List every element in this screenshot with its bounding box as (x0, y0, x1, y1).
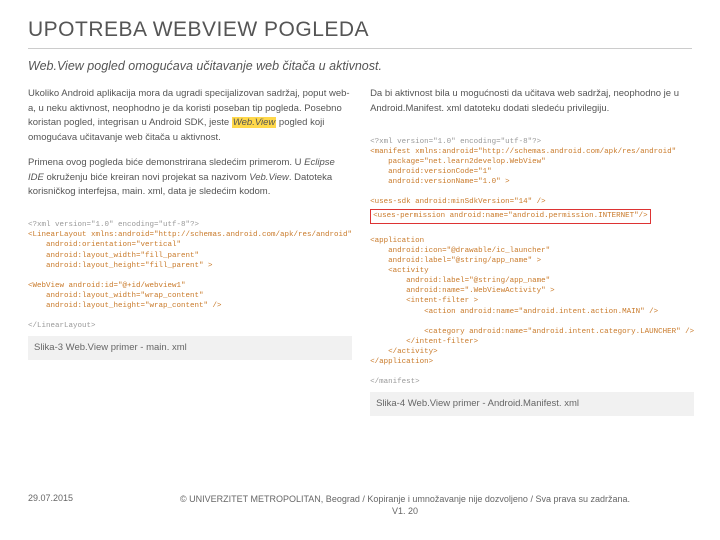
left-para-2: Primena ovog pogleda biće demonstrirana … (28, 156, 352, 200)
code-line: android:orientation="vertical" (28, 241, 181, 249)
left-column: Ukoliko Android aplikacija mora da ugrad… (28, 87, 352, 416)
code-line: android:icon="@drawable/ic_launcher" (370, 247, 550, 255)
code-line: <LinearLayout xmlns:android="http://sche… (28, 231, 352, 239)
right-column: Da bi aktivnost bila u mogućnosti da uči… (370, 87, 694, 416)
footer-version: V1. 20 (392, 506, 418, 516)
code-line: </intent-filter> (370, 338, 478, 346)
code-line-highlighted: <uses-permission android:name="android.p… (370, 209, 651, 223)
code-line: <WebView android:id="@+id/webview1" (28, 282, 186, 290)
code-line: <uses-sdk android:minSdkVersion="14" /> (370, 198, 546, 206)
code-line: </activity> (370, 348, 438, 356)
code-line: <intent-filter > (370, 297, 478, 305)
code-line: android:name=".WebViewActivity" > (370, 287, 555, 295)
code-line: <action android:name="android.intent.act… (370, 308, 658, 316)
code-line: package="net.learn2develop.WebView" (370, 158, 546, 166)
code-line: <application (370, 237, 424, 245)
footer-copyright: © UNIVERZITET METROPOLITAN, Beograd / Ko… (118, 493, 692, 518)
code-line: android:layout_width="wrap_content" (28, 292, 204, 300)
text-italic: Veb.View (249, 172, 289, 183)
code-line: <?xml version="1.0" encoding="utf-8"?> (28, 221, 199, 229)
footer-date: 29.07.2015 (28, 493, 118, 518)
page-title: UPOTREBA WEBVIEW POGLEDA (28, 18, 692, 42)
code-line: android:label="@string/app_name" (370, 277, 550, 285)
footer: 29.07.2015 © UNIVERZITET METROPOLITAN, B… (28, 493, 692, 518)
code-line: <manifest xmlns:android="http://schemas.… (370, 148, 676, 156)
code-line: android:layout_height="wrap_content" /> (28, 302, 222, 310)
code-line: </LinearLayout> (28, 322, 96, 330)
text: okruženju biće kreiran novi projekat sa … (44, 172, 249, 183)
code-line: android:layout_width="fill_parent" (28, 252, 199, 260)
code-line: android:versionName="1.0" > (370, 178, 510, 186)
left-para-1: Ukoliko Android aplikacija mora da ugrad… (28, 87, 352, 146)
code-line: </manifest> (370, 378, 420, 386)
code-line: <?xml version="1.0" encoding="utf-8"?> (370, 138, 541, 146)
code-line: android:layout_height="fill_parent" > (28, 262, 213, 270)
code-line: android:label="@string/app_name" > (370, 257, 541, 265)
highlight-webview: Web.View (232, 117, 276, 128)
code-line: <activity (370, 267, 429, 275)
code-block-left: <?xml version="1.0" encoding="utf-8"?> <… (28, 210, 352, 332)
caption-left: Slika-3 Web.View primer - main. xml (28, 336, 352, 361)
text: Primena ovog pogleda biće demonstrirana … (28, 157, 304, 168)
right-para-1: Da bi aktivnost bila u mogućnosti da uči… (370, 87, 694, 116)
code-line: android:versionCode="1" (370, 168, 492, 176)
columns: Ukoliko Android aplikacija mora da ugrad… (28, 87, 692, 416)
caption-right: Slika-4 Web.View primer - Android.Manife… (370, 392, 694, 417)
divider (28, 48, 692, 49)
text: © UNIVERZITET METROPOLITAN, Beograd / Ko… (180, 494, 630, 504)
code-block-right: <?xml version="1.0" encoding="utf-8"?> <… (370, 126, 694, 387)
code-line: <category android:name="android.intent.c… (370, 328, 694, 336)
code-line: </application> (370, 358, 433, 366)
subtitle: Web.View pogled omogućava učitavanje web… (28, 59, 692, 73)
